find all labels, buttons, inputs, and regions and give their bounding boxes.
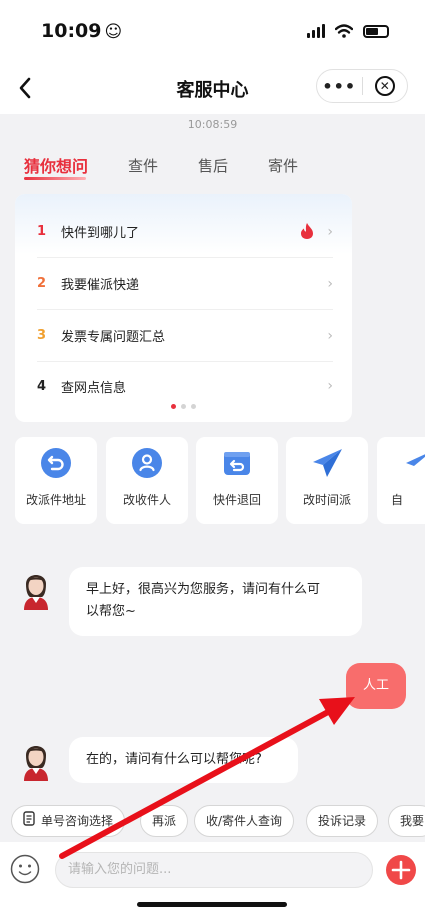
paper-plane-icon xyxy=(313,449,342,477)
quick-reply-order-inquiry[interactable]: 单号咨询选择 xyxy=(11,805,126,837)
faq-item-2[interactable]: 2 我要催派快递 › xyxy=(37,258,333,310)
chevron-right-icon: › xyxy=(327,378,333,394)
tab-guess[interactable]: 猜你想问 xyxy=(24,153,89,180)
tab-track[interactable]: 查件 xyxy=(128,155,158,177)
add-button[interactable] xyxy=(386,855,416,885)
chat-input-bar: 请输入您的问题... xyxy=(0,842,425,915)
faq-item-1[interactable]: 1 快件到哪儿了 › xyxy=(37,206,333,258)
close-circle-icon: ✕ xyxy=(374,76,395,96)
nav-bar: 客服中心 ••• ✕ xyxy=(0,64,425,114)
message-input[interactable]: 请输入您的问题... xyxy=(55,852,373,888)
document-icon xyxy=(23,807,35,837)
paper-plane-icon xyxy=(406,454,425,466)
return-box-icon xyxy=(224,452,250,475)
fire-icon xyxy=(295,222,319,242)
chip-label: 单号咨询选择 xyxy=(41,814,114,828)
tab-send[interactable]: 寄件 xyxy=(268,155,298,177)
shortcut-label: 改时间派 xyxy=(302,493,351,507)
user-message-bubble: 人工 xyxy=(346,663,406,709)
page-dot-active xyxy=(171,404,176,409)
smiley-status-icon: ☺ xyxy=(104,22,123,42)
quick-reply-row: 单号咨询选择 再派 收/寄件人查询 投诉记录 我要 xyxy=(11,805,425,837)
shortcut-change-recipient[interactable]: 改收件人 xyxy=(106,437,188,524)
chevron-right-icon: › xyxy=(327,223,333,240)
shortcut-partial[interactable]: 自 xyxy=(377,437,425,524)
quick-reply-redeliver[interactable]: 再派 xyxy=(140,805,189,837)
shortcut-return-package[interactable]: 快件退回 xyxy=(196,437,278,524)
signal-icon xyxy=(307,24,325,38)
message-text: 在的，请问有什么可以帮您呢? xyxy=(86,752,262,767)
quick-reply-more[interactable]: 我要 xyxy=(388,805,425,837)
faq-text: 查网点信息 xyxy=(61,380,127,396)
tab-active-underline xyxy=(24,177,86,180)
message-text: 早上好，很高兴为您服务，请问有什么可 xyxy=(86,582,321,597)
faq-text: 快件到哪儿了 xyxy=(61,226,140,241)
page-indicator xyxy=(15,404,352,409)
faq-card: 1 快件到哪儿了 › 2 我要催派快递 › 3 发票专属问题汇总 › 4 查网点… xyxy=(15,194,352,422)
faq-item-3[interactable]: 3 发票专属问题汇总 › xyxy=(37,310,333,362)
faq-number: 3 xyxy=(37,328,47,343)
chevron-right-icon: › xyxy=(327,275,333,292)
shortcut-change-address[interactable]: 改派件地址 xyxy=(15,437,97,524)
status-icons xyxy=(307,24,389,38)
mini-program-capsule: ••• ✕ xyxy=(316,69,408,103)
more-button[interactable]: ••• xyxy=(317,77,362,96)
shortcut-label: 改派件地址 xyxy=(25,493,86,507)
agent-avatar xyxy=(18,566,54,610)
faq-number: 1 xyxy=(37,224,47,239)
shortcut-label: 改收件人 xyxy=(122,493,171,507)
tab-label: 猜你想问 xyxy=(24,157,89,176)
wifi-icon xyxy=(335,24,353,38)
page-dot xyxy=(191,404,196,409)
category-tabs: 猜你想问 查件 售后 寄件 xyxy=(24,153,338,180)
shortcut-label: 快件退回 xyxy=(212,493,261,507)
faq-text: 我要催派快递 xyxy=(61,278,140,293)
faq-text: 发票专属问题汇总 xyxy=(61,330,166,345)
faq-number: 2 xyxy=(37,276,47,291)
shortcut-row: 改派件地址 改收件人 快件退回 改时间派 自 xyxy=(15,437,425,524)
agent-avatar xyxy=(18,737,54,781)
faq-number: 4 xyxy=(37,378,47,394)
status-bar: 10:09 ☺ xyxy=(0,0,425,64)
battery-icon xyxy=(363,24,389,38)
page-dot xyxy=(181,404,186,409)
home-indicator xyxy=(137,902,287,907)
chat-timestamp: 10:08:59 xyxy=(187,118,238,131)
quick-reply-sender-query[interactable]: 收/寄件人查询 xyxy=(194,805,295,837)
close-button[interactable]: ✕ xyxy=(362,76,407,96)
quick-reply-complaints[interactable]: 投诉记录 xyxy=(306,805,379,837)
shortcut-label: 自 xyxy=(391,493,404,507)
shortcut-change-time[interactable]: 改时间派 xyxy=(286,437,368,524)
message-text: 以帮您~ xyxy=(86,604,136,619)
undo-arrow-icon xyxy=(41,448,71,478)
tab-after-sale[interactable]: 售后 xyxy=(198,155,228,177)
agent-message-bubble: 早上好，很高兴为您服务，请问有什么可 以帮您~ xyxy=(69,567,362,636)
chevron-right-icon: › xyxy=(327,327,333,344)
agent-message-bubble: 在的，请问有什么可以帮您呢? xyxy=(69,737,298,783)
emoji-button[interactable] xyxy=(10,854,40,884)
person-icon xyxy=(132,448,162,478)
smiley-icon xyxy=(10,854,40,884)
plus-icon xyxy=(391,860,411,880)
status-time: 10:09 ☺ xyxy=(41,20,123,42)
